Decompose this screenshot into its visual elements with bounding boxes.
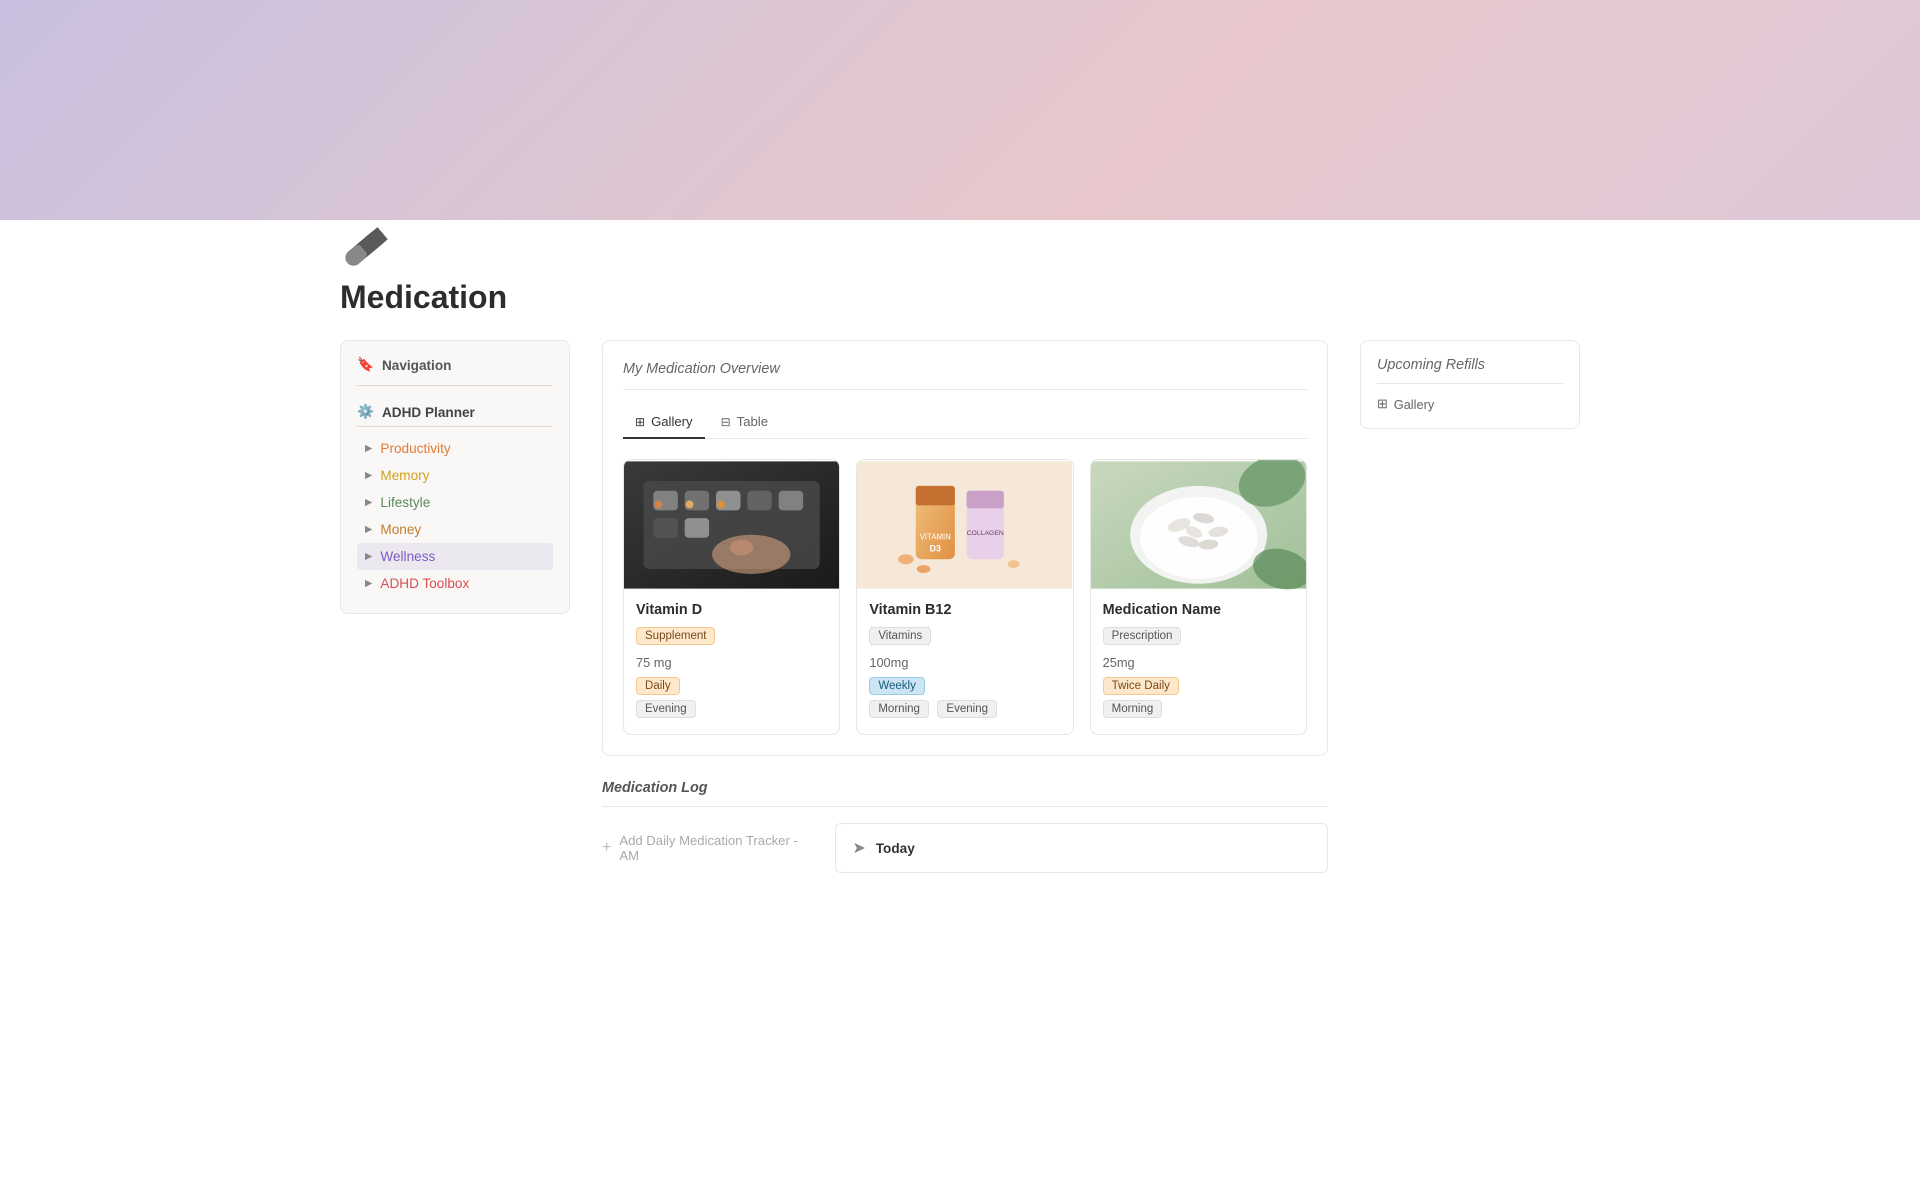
medication-name-image [1091, 460, 1306, 590]
tag-evening: Evening [636, 700, 696, 718]
med-schedule-tags: Daily [636, 676, 827, 699]
bookmark-icon: 🔖 [357, 357, 374, 373]
today-arrow-icon: ➤ [852, 838, 865, 858]
medication-gallery: Vitamin D Supplement 75 mg Daily Evening [623, 459, 1307, 735]
med-card-image [1091, 460, 1306, 590]
add-tracker-label: Add Daily Medication Tracker - AM [619, 833, 819, 863]
chevron-right-icon: ▶ [365, 578, 372, 589]
sidebar-item-label: Memory [380, 468, 429, 483]
svg-text:D3: D3 [930, 543, 941, 553]
medication-log-row: + Add Daily Medication Tracker - AM ➤ To… [602, 823, 1328, 873]
med-schedule-tags: Twice Daily [1103, 676, 1294, 699]
sidebar-item-label: ADHD Toolbox [380, 576, 469, 591]
right-sidebar: Upcoming Refills ⊞ Gallery [1360, 340, 1580, 429]
sidebar-item-memory[interactable]: ▶ Memory [357, 462, 553, 489]
chevron-right-icon: ▶ [365, 443, 372, 454]
tag-daily: Daily [636, 677, 680, 695]
medication-overview-section: My Medication Overview ⊞ Gallery ⊟ Table [602, 340, 1328, 756]
vitamin-d-image [624, 460, 839, 590]
sidebar-adhd-planner[interactable]: ⚙️ ADHD Planner [357, 398, 553, 427]
upcoming-refills-gallery[interactable]: ⊞ Gallery [1377, 396, 1563, 412]
tab-table[interactable]: ⊟ Table [709, 406, 780, 439]
med-card-body: Vitamin B12 Vitamins 100mg Weekly Mornin… [857, 590, 1072, 734]
tag-supplement: Supplement [636, 627, 715, 645]
tab-table-label: Table [737, 414, 768, 429]
med-time-tags: Morning Evening [869, 699, 1060, 722]
upcoming-gallery-label: Gallery [1394, 397, 1435, 412]
sidebar-item-label: Productivity [380, 441, 450, 456]
today-label: Today [876, 841, 915, 856]
med-card-image [624, 460, 839, 590]
gallery-icon-small: ⊞ [1377, 396, 1388, 412]
tag-prescription: Prescription [1103, 627, 1182, 645]
med-name: Vitamin D [636, 602, 827, 618]
svg-text:COLLAGEN: COLLAGEN [967, 530, 1004, 537]
gallery-icon: ⊞ [635, 415, 645, 429]
sidebar-item-label: Money [380, 522, 421, 537]
page-title: Medication [340, 279, 1580, 316]
med-dosage: 100mg [869, 655, 1060, 670]
pill-icon [338, 223, 392, 274]
med-tags: Supplement [636, 626, 827, 649]
tag-evening: Evening [937, 700, 997, 718]
adhd-planner-icon: ⚙️ [357, 404, 374, 420]
med-card-body: Medication Name Prescription 25mg Twice … [1091, 590, 1306, 734]
plus-icon: + [602, 839, 611, 857]
add-tracker-button[interactable]: + Add Daily Medication Tracker - AM [602, 825, 819, 871]
tag-weekly: Weekly [869, 677, 925, 695]
med-dosage: 75 mg [636, 655, 827, 670]
chevron-right-icon: ▶ [365, 551, 372, 562]
upcoming-refills-section: Upcoming Refills ⊞ Gallery [1360, 340, 1580, 429]
med-card-image: VITAMIN D3 COLLAGEN [857, 460, 1072, 590]
tag-vitamins: Vitamins [869, 627, 931, 645]
chevron-right-icon: ▶ [365, 470, 372, 481]
sidebar-item-label: Wellness [380, 549, 435, 564]
tab-gallery[interactable]: ⊞ Gallery [623, 406, 705, 439]
med-card-body: Vitamin D Supplement 75 mg Daily Evening [624, 590, 839, 734]
medication-log-section: Medication Log + Add Daily Medication Tr… [602, 780, 1328, 873]
sidebar-item-label: Lifestyle [380, 495, 430, 510]
med-tags: Vitamins [869, 626, 1060, 649]
sidebar-item-money[interactable]: ▶ Money [357, 516, 553, 543]
medication-log-title: Medication Log [602, 780, 1328, 807]
adhd-planner-label: ADHD Planner [382, 405, 475, 420]
svg-text:VITAMIN: VITAMIN [920, 533, 952, 542]
sidebar-header: 🔖 Navigation [357, 357, 553, 386]
tag-morning: Morning [1103, 700, 1163, 718]
med-card-medication-name[interactable]: Medication Name Prescription 25mg Twice … [1090, 459, 1307, 735]
med-card-vitamin-b12[interactable]: VITAMIN D3 COLLAGEN [856, 459, 1073, 735]
med-name: Vitamin B12 [869, 602, 1060, 618]
med-schedule-tags: Weekly [869, 676, 1060, 699]
today-button[interactable]: ➤ Today [835, 823, 1328, 873]
tag-morning: Morning [869, 700, 929, 718]
sidebar-header-label: Navigation [382, 358, 452, 373]
med-name: Medication Name [1103, 602, 1294, 618]
hero-banner [0, 0, 1920, 220]
med-tags: Prescription [1103, 626, 1294, 649]
tab-gallery-label: Gallery [651, 414, 693, 429]
vitamin-b12-image: VITAMIN D3 COLLAGEN [857, 460, 1072, 590]
sidebar: 🔖 Navigation ⚙️ ADHD Planner ▶ Productiv… [340, 340, 570, 614]
med-time-tags: Morning [1103, 699, 1294, 722]
chevron-right-icon: ▶ [365, 524, 372, 535]
sidebar-item-wellness[interactable]: ▶ Wellness [357, 543, 553, 570]
upcoming-refills-title: Upcoming Refills [1377, 357, 1563, 384]
med-card-vitamin-d[interactable]: Vitamin D Supplement 75 mg Daily Evening [623, 459, 840, 735]
med-dosage: 25mg [1103, 655, 1294, 670]
sidebar-item-lifestyle[interactable]: ▶ Lifestyle [357, 489, 553, 516]
tag-twice-daily: Twice Daily [1103, 677, 1179, 695]
table-icon: ⊟ [721, 415, 731, 429]
medication-overview-title: My Medication Overview [623, 361, 1307, 390]
view-tabs: ⊞ Gallery ⊟ Table [623, 406, 1307, 439]
chevron-right-icon: ▶ [365, 497, 372, 508]
main-content: My Medication Overview ⊞ Gallery ⊟ Table [602, 340, 1328, 873]
sidebar-item-adhd-toolbox[interactable]: ▶ ADHD Toolbox [357, 570, 553, 597]
sidebar-item-productivity[interactable]: ▶ Productivity [357, 435, 553, 462]
med-time-tags: Evening [636, 699, 827, 722]
